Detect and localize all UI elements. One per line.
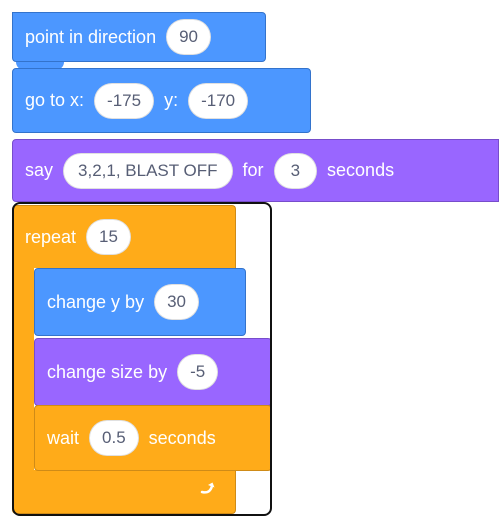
message-input[interactable]: 3,2,1, BLAST OFF <box>63 152 233 189</box>
x-input[interactable]: -175 <box>94 82 155 119</box>
repeat-label: repeat <box>25 226 77 247</box>
go-to-y-label: y: <box>164 90 179 110</box>
repeat-block-side <box>12 267 34 472</box>
change-size-input[interactable]: -5 <box>177 354 219 390</box>
say-label: say <box>25 160 54 180</box>
repeat-count-input[interactable]: 15 <box>86 219 131 255</box>
wait-input[interactable]: 0.5 <box>89 420 139 456</box>
point-in-direction-label: point in direction <box>25 26 157 47</box>
go-to-xy-block[interactable]: go to x: -175 y: -170 <box>12 68 311 133</box>
repeat-block[interactable]: repeat 15 <box>12 205 236 268</box>
wait-seconds-label: seconds <box>148 427 216 448</box>
change-y-input[interactable]: 30 <box>154 284 199 320</box>
change-size-label: change size by <box>47 361 168 382</box>
direction-input[interactable]: 90 <box>166 19 212 55</box>
repeat-arrow-icon <box>196 476 220 500</box>
y-input[interactable]: -170 <box>188 82 249 119</box>
say-for-seconds-block[interactable]: say 3,2,1, BLAST OFF for 3 seconds <box>12 139 499 202</box>
say-seconds-input[interactable]: 3 <box>273 152 318 189</box>
go-to-x-label: go to x: <box>25 90 85 110</box>
change-size-block[interactable]: change size by -5 <box>34 338 272 406</box>
change-y-block[interactable]: change y by 30 <box>34 268 246 336</box>
wait-label: wait <box>47 427 80 448</box>
say-for-label: for <box>242 160 264 180</box>
change-y-label: change y by <box>47 291 145 312</box>
say-seconds-label: seconds <box>327 160 395 180</box>
point-in-direction-block[interactable]: point in direction 90 <box>12 12 266 62</box>
wait-block[interactable]: wait 0.5 seconds <box>34 405 272 471</box>
